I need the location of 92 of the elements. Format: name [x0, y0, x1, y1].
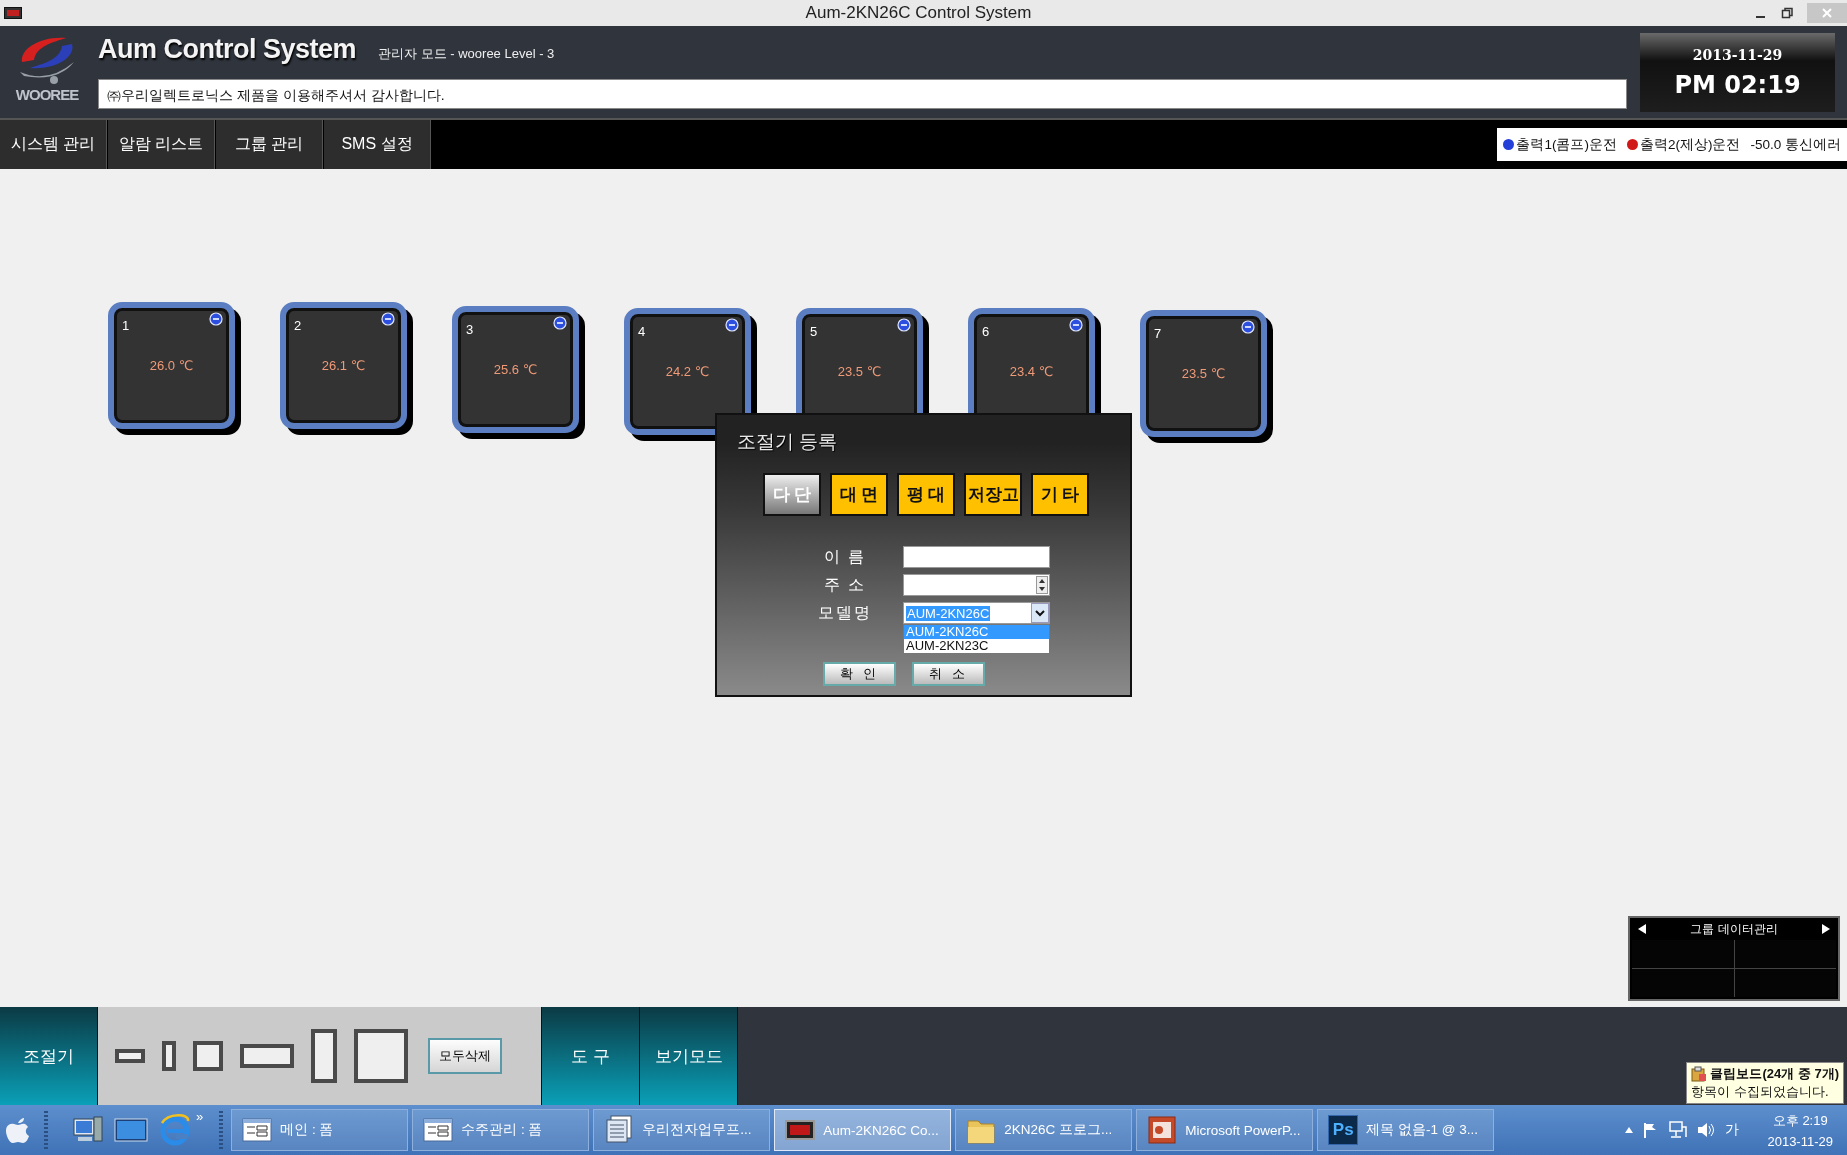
toolbar-tab[interactable]: 보기모드: [640, 1007, 738, 1105]
ime-indicator[interactable]: 가: [1725, 1121, 1740, 1139]
tile-number: 3: [466, 322, 474, 337]
date-text: 2013-11-29: [1692, 46, 1783, 63]
nav-tab[interactable]: 알람 리스트: [108, 120, 215, 169]
legend-label: 출력1(콤프)운전: [1516, 135, 1617, 154]
dialog-button[interactable]: 확 인: [823, 662, 896, 686]
mode-label: 관리자 모드 - wooree Level - 3: [378, 45, 555, 63]
rectangle-shape-icon[interactable]: [311, 1029, 337, 1083]
status-dot-icon: [1069, 318, 1083, 332]
tile-number: 7: [1154, 326, 1162, 341]
temperature-text: 23.4 ℃: [1008, 364, 1055, 379]
app-icon: [4, 7, 22, 19]
restore-icon[interactable]: [1781, 7, 1793, 19]
notice-field: ㈜우리일렉트로닉스 제품을 이용해주셔서 감사합니다.: [98, 79, 1627, 109]
up-arrow-icon[interactable]: [1625, 1127, 1634, 1133]
browser-icon[interactable]: [158, 1113, 192, 1147]
presentation-icon: [1147, 1115, 1178, 1145]
temperature-text: 24.2 ℃: [664, 364, 711, 379]
status-dot-icon: [897, 318, 911, 332]
tooltip-text: 항목이 수집되었습니다.: [1691, 1083, 1830, 1101]
nav-tab[interactable]: 그룹 관리: [216, 120, 323, 169]
speaker-icon[interactable]: [1697, 1122, 1716, 1138]
taskbar-label: 2KN26C 프로그...: [1004, 1121, 1113, 1139]
temperature-text: 23.5 ℃: [836, 364, 883, 379]
right-arrow-icon[interactable]: [1822, 924, 1830, 934]
window-form-icon: [423, 1115, 454, 1145]
chevron-down-icon[interactable]: [1031, 603, 1049, 623]
photoshop-icon: Ps: [1328, 1115, 1359, 1145]
toolbar-tab[interactable]: 조절기: [0, 1007, 98, 1105]
type-button[interactable]: 기 타: [1031, 473, 1089, 516]
tile-number: 6: [982, 324, 990, 339]
overflow-chevron[interactable]: »: [196, 1109, 204, 1124]
rectangle-shape-icon[interactable]: [115, 1049, 145, 1063]
nav-tab[interactable]: SMS 설정: [324, 120, 431, 169]
logo-text: WOOREE: [15, 86, 79, 103]
clock-date: 2013-11-29: [1767, 1133, 1833, 1149]
taskbar-label: 수주관리 : 폼: [461, 1121, 543, 1139]
rectangle-shape-icon[interactable]: [354, 1029, 408, 1083]
type-button[interactable]: 대 면: [830, 473, 888, 516]
status-dot-icon: [381, 312, 395, 326]
network-icon[interactable]: [1669, 1121, 1688, 1139]
dropdown-option[interactable]: AUM-2KN23C: [904, 639, 1049, 653]
tile-number: 1: [122, 318, 130, 333]
field-label: 이 름: [822, 546, 868, 567]
temperature-text: 26.1 ℃: [320, 358, 367, 373]
clipboard-icon: [1691, 1066, 1708, 1082]
taskbar-label: Aum-2KN26C Co...: [823, 1122, 939, 1138]
taskbar-clock[interactable]: 오후 2:19 2013-11-29: [1767, 1111, 1833, 1149]
clock-time: 오후 2:19: [1772, 1111, 1828, 1130]
taskbar-label: 우리전자업무프...: [642, 1121, 752, 1139]
time-text: PM 02:19: [1674, 70, 1801, 99]
temperature-text: 26.0 ℃: [148, 358, 195, 373]
status-dot-icon: [725, 318, 739, 332]
window-title: Aum-2KN26C Control System: [804, 2, 1033, 24]
rectangle-shape-icon[interactable]: [193, 1041, 223, 1071]
temperature-text: 25.6 ℃: [492, 362, 539, 377]
taskbar-label: 메인 : 폼: [280, 1121, 334, 1139]
toolbar-tab[interactable]: 도 구: [542, 1007, 640, 1105]
status-dot-icon: [553, 316, 567, 330]
spinner-field[interactable]: [903, 574, 1050, 596]
taskbar-label: Microsoft PowerP...: [1185, 1122, 1301, 1138]
legend-label: -50.0 통신에러: [1750, 135, 1841, 154]
clear-all-button[interactable]: 모두삭제: [428, 1038, 502, 1074]
taskbar-label: 제목 없음-1 @ 3...: [1366, 1121, 1478, 1139]
monitor-icon[interactable]: [114, 1116, 148, 1144]
legend-label: 출력2(제상)운전: [1639, 135, 1741, 154]
app-title: Aum Control System: [98, 34, 357, 65]
field-label: 주 소: [822, 574, 868, 595]
dialog-button[interactable]: 취 소: [912, 662, 985, 686]
temperature-text: 23.5 ℃: [1180, 366, 1227, 381]
field-label: 모델명: [817, 602, 873, 623]
tooltip-title: 클립보드(24개 중 7개): [1710, 1065, 1839, 1083]
type-button[interactable]: 평 대: [897, 473, 955, 516]
dropdown-value: AUM-2KN26C: [906, 605, 991, 621]
taskbar-item[interactable]: Ps 제목 없음-1 @ 3...: [1317, 1109, 1495, 1151]
documents-icon: [604, 1115, 635, 1145]
computer-icon[interactable]: [72, 1115, 104, 1145]
spin-arrows-icon[interactable]: [1036, 576, 1048, 594]
type-button[interactable]: 저장고: [964, 473, 1022, 516]
rectangle-shape-icon[interactable]: [162, 1041, 176, 1071]
rectangle-shape-icon[interactable]: [240, 1044, 294, 1068]
status-dot-icon: [1241, 320, 1255, 334]
tile-number: 5: [810, 324, 818, 339]
status-dot-icon: [209, 312, 223, 326]
panel-title: 그룹 데이터관리: [1690, 920, 1778, 938]
left-arrow-icon[interactable]: [1638, 924, 1646, 934]
nav-tab[interactable]: 시스템 관리: [0, 120, 107, 169]
window-form-icon: [242, 1115, 273, 1145]
text-field[interactable]: [903, 546, 1050, 568]
tile-number: 2: [294, 318, 302, 333]
tile-number: 4: [638, 324, 646, 339]
